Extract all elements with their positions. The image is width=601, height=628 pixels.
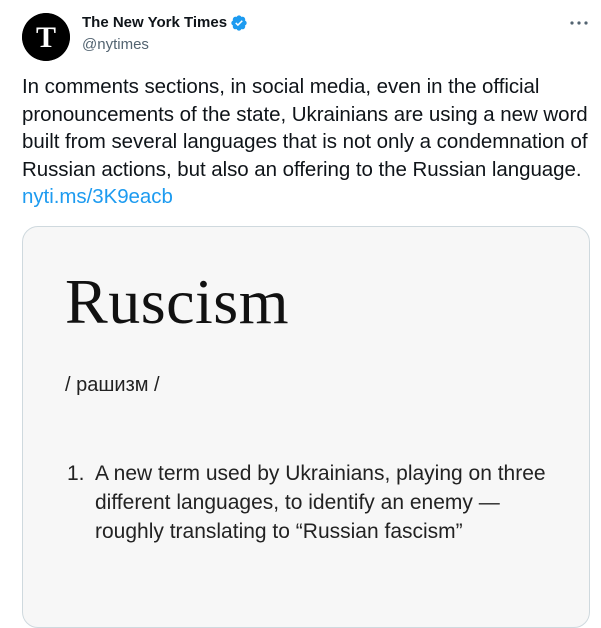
author-handle[interactable]: @nytimes (82, 35, 248, 55)
author-display-name[interactable]: The New York Times (82, 13, 227, 33)
tweet[interactable]: T The New York Times @nytimes In comment… (0, 0, 601, 628)
name-row: The New York Times (82, 13, 248, 33)
tweet-link[interactable]: nyti.ms/3K9eacb (22, 185, 173, 208)
avatar[interactable]: T (22, 13, 70, 61)
pronunciation-text: / рашизм / (65, 374, 160, 396)
author-info: The New York Times @nytimes (82, 13, 248, 55)
svg-text:T: T (36, 21, 56, 54)
definition-entry: 1. A new term used by Ukrainians, playin… (67, 459, 547, 546)
tweet-body-text: In comments sections, in social media, e… (22, 75, 588, 181)
verified-badge-icon (230, 14, 248, 32)
more-options-icon (570, 21, 588, 25)
definition-number: 1. (67, 462, 85, 485)
tweet-text: In comments sections, in social media, e… (22, 73, 592, 211)
media-image-card[interactable]: Ruscism / рашизм / 1. A new term used by… (22, 226, 590, 628)
definition-word-title: Ruscism (65, 266, 289, 337)
definition-text: A new term used by Ukrainians, playing o… (95, 462, 546, 543)
more-options-button[interactable] (566, 16, 592, 30)
nyt-logo-icon: T (22, 13, 70, 61)
